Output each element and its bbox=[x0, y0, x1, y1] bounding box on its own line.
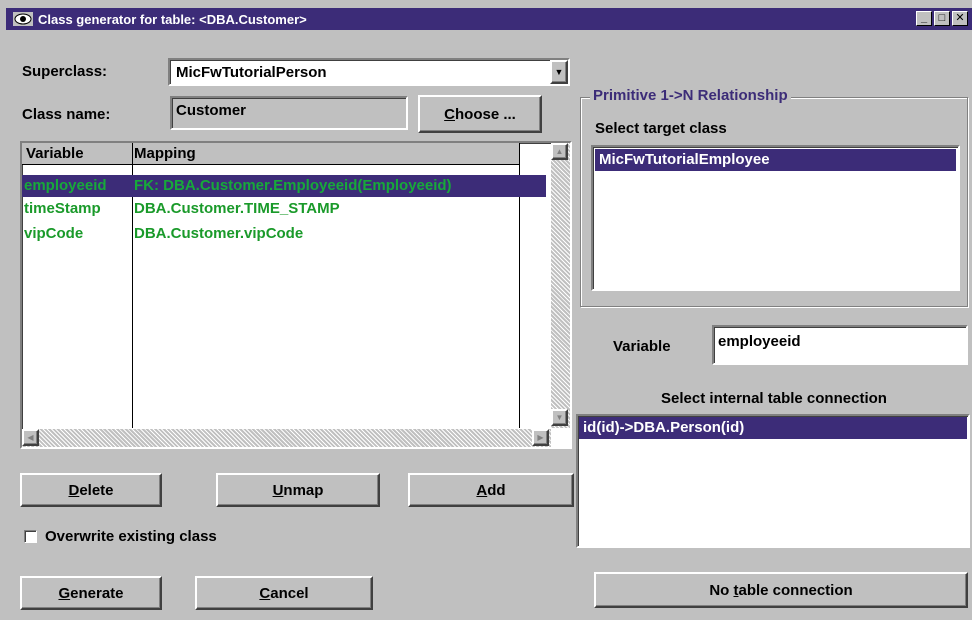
superclass-combobox[interactable]: MicFwTutorialPerson ▼ bbox=[168, 58, 570, 86]
generate-underlined: G bbox=[58, 584, 71, 602]
choose-underlined: C bbox=[444, 105, 455, 123]
variable-value: employeeid bbox=[718, 333, 801, 350]
target-class-list[interactable]: MicFwTutorialEmployee bbox=[591, 145, 960, 291]
generate-rest: enerate bbox=[70, 584, 124, 602]
delete-underlined: D bbox=[68, 481, 80, 499]
table-row-timestamp[interactable]: timeStamp DBA.Customer.TIME_STAMP bbox=[22, 198, 518, 220]
list-item-internal-connection[interactable]: id(id)->DBA.Person(id) bbox=[579, 417, 967, 439]
cancel-rest: ancel bbox=[270, 584, 309, 602]
superclass-value: MicFwTutorialPerson bbox=[176, 64, 327, 81]
delete-rest: elete bbox=[79, 481, 114, 499]
close-button[interactable]: ✕ bbox=[952, 11, 968, 26]
internal-connection-list[interactable]: id(id)->DBA.Person(id) bbox=[576, 414, 970, 548]
overwrite-label: Overwrite existing class bbox=[45, 528, 217, 545]
row-variable: employeeid bbox=[24, 177, 107, 194]
class-name-label: Class name: bbox=[22, 106, 111, 123]
cancel-button[interactable]: Cancel bbox=[195, 576, 373, 610]
row-mapping: FK: DBA.Customer.Employeeid(Employeeid) bbox=[134, 177, 452, 194]
relationship-group-title: Primitive 1->N Relationship bbox=[590, 87, 791, 104]
no-table-rest: able connection bbox=[738, 581, 853, 599]
column-header-mapping[interactable]: Mapping bbox=[134, 145, 196, 162]
row-variable: timeStamp bbox=[24, 200, 101, 217]
table-row-employeeid[interactable]: employeeid FK: DBA.Customer.Employeeid(E… bbox=[22, 175, 546, 197]
vertical-scrollbar[interactable]: ▲ ▼ bbox=[551, 143, 570, 428]
internal-connection-label: Select internal table connection bbox=[661, 390, 887, 407]
class-name-field[interactable]: Customer bbox=[170, 96, 408, 130]
eye-app-icon bbox=[12, 11, 34, 27]
no-table-connection-button[interactable]: No t able connection bbox=[594, 572, 968, 608]
unmap-button[interactable]: Unmap bbox=[216, 473, 380, 507]
unmap-rest: nmap bbox=[283, 481, 324, 499]
overwrite-checkbox[interactable] bbox=[24, 530, 37, 543]
mapping-table[interactable]: Variable Mapping employeeid FK: DBA.Cust… bbox=[20, 141, 572, 449]
class-name-value: Customer bbox=[176, 102, 247, 119]
scroll-right-icon[interactable]: ▶ bbox=[532, 429, 549, 446]
column-header-variable[interactable]: Variable bbox=[26, 145, 84, 162]
row-mapping: DBA.Customer.vipCode bbox=[134, 225, 304, 242]
delete-button[interactable]: Delete bbox=[20, 473, 162, 507]
no-table-pre: No bbox=[709, 581, 734, 599]
choose-button[interactable]: Choose ... bbox=[418, 95, 542, 133]
row-variable: vipCode bbox=[24, 225, 84, 242]
table-row-vipcode[interactable]: vipCode DBA.Customer.vipCode bbox=[22, 223, 518, 245]
chevron-down-icon[interactable]: ▼ bbox=[550, 60, 568, 84]
window-title: Class generator for table: <DBA.Customer… bbox=[38, 11, 307, 27]
add-button[interactable]: Add bbox=[408, 473, 574, 507]
add-rest: dd bbox=[487, 481, 506, 499]
cancel-underlined: C bbox=[259, 584, 271, 602]
add-underlined: A bbox=[476, 481, 488, 499]
maximize-button[interactable]: □ bbox=[934, 11, 950, 26]
generate-button[interactable]: Generate bbox=[20, 576, 162, 610]
horizontal-scrollbar[interactable]: ◀ ▶ bbox=[22, 429, 551, 447]
select-target-label: Select target class bbox=[595, 120, 727, 137]
title-bar: Class generator for table: <DBA.Customer… bbox=[6, 8, 972, 30]
superclass-label: Superclass: bbox=[22, 63, 108, 80]
choose-rest: hoose ... bbox=[455, 105, 516, 123]
minimize-button[interactable]: _ bbox=[916, 11, 932, 26]
overwrite-checkbox-row[interactable]: Overwrite existing class bbox=[24, 528, 217, 545]
scroll-left-icon[interactable]: ◀ bbox=[22, 429, 39, 446]
variable-label: Variable bbox=[613, 338, 671, 355]
unmap-underlined: U bbox=[272, 481, 284, 499]
variable-input[interactable]: employeeid bbox=[712, 325, 968, 365]
scroll-up-icon[interactable]: ▲ bbox=[551, 143, 568, 160]
list-item-target-class[interactable]: MicFwTutorialEmployee bbox=[595, 149, 956, 171]
mapping-table-header: Variable Mapping bbox=[22, 143, 520, 165]
scroll-down-icon[interactable]: ▼ bbox=[551, 409, 568, 426]
row-mapping: DBA.Customer.TIME_STAMP bbox=[134, 200, 340, 217]
